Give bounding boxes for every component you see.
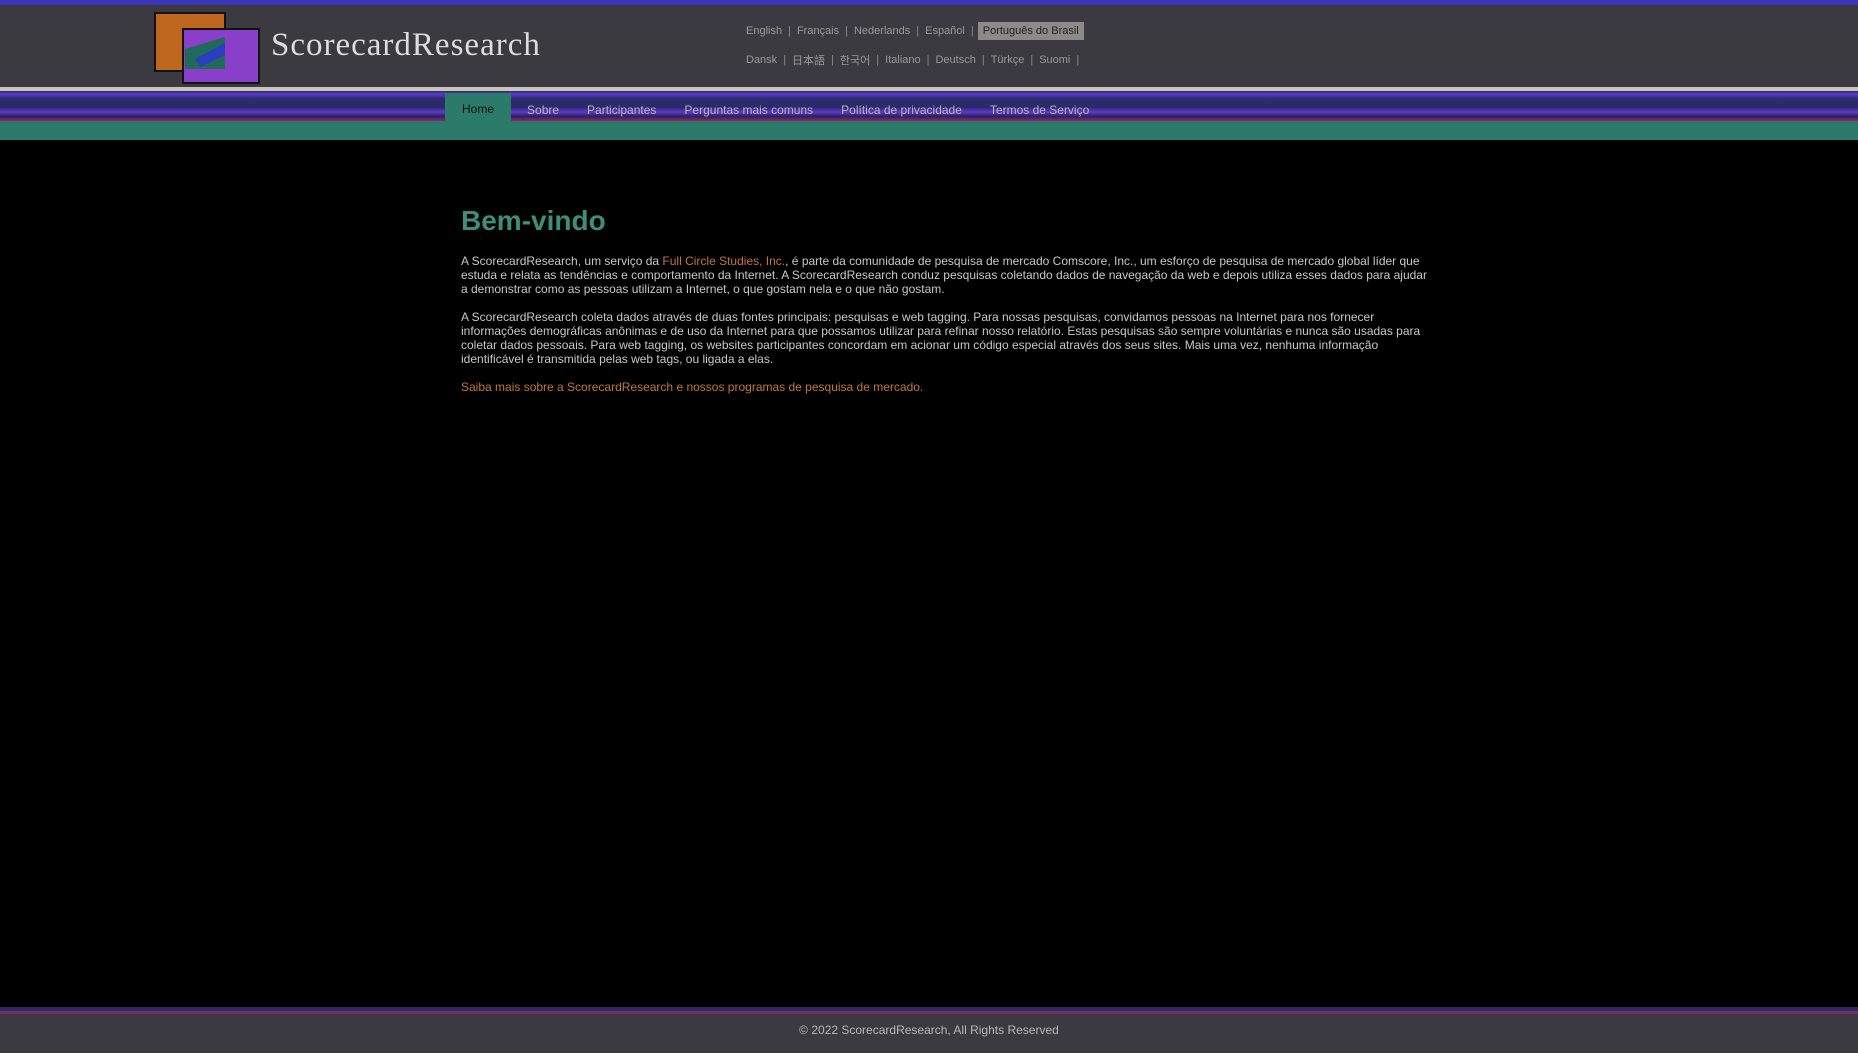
nav-item-faq[interactable]: Perguntas mais comuns bbox=[670, 95, 827, 127]
nav-item-participantes[interactable]: Participantes bbox=[573, 95, 670, 127]
nav-item-privacy-policy[interactable]: Política de privacidade bbox=[827, 95, 976, 127]
copyright-notice: © 2022 ScorecardResearch, All Rights Res… bbox=[799, 1023, 1059, 1037]
lang-portugues-active[interactable]: Português do Brasil bbox=[977, 22, 1084, 40]
learn-more-link[interactable]: Saiba mais sobre a ScorecardResearch e n… bbox=[461, 380, 923, 394]
site-logo[interactable]: ScorecardResearch bbox=[143, 3, 583, 89]
lang-suomi[interactable]: Suomi bbox=[1033, 54, 1076, 66]
nav-item-terms[interactable]: Termos de Serviço bbox=[976, 95, 1103, 127]
nav-item-home[interactable]: Home bbox=[445, 93, 512, 127]
main-navigation: Home Sobre Participantes Perguntas mais … bbox=[440, 91, 1103, 127]
lang-nederlands[interactable]: Nederlands bbox=[848, 25, 916, 37]
intro-text-start: A ScorecardResearch, um serviço da bbox=[461, 254, 663, 268]
language-selector-row-1: English | Français | Nederlands | Españo… bbox=[744, 20, 1084, 42]
learn-more-paragraph: Saiba mais sobre a ScorecardResearch e n… bbox=[461, 380, 1429, 394]
language-selector-row-2: Dansk | 日本語 | 한국어 | Italiano | Deutsch |… bbox=[744, 49, 1079, 71]
lang-italiano[interactable]: Italiano bbox=[879, 54, 926, 66]
logo-wordmark: ScorecardResearch bbox=[271, 27, 541, 63]
lang-turkce[interactable]: Türkçe bbox=[985, 54, 1031, 66]
main-content: Bem-vindo A ScorecardResearch, um serviç… bbox=[461, 205, 1429, 408]
intro-paragraph: A ScorecardResearch, um serviço da Full … bbox=[461, 254, 1429, 296]
lang-english[interactable]: English bbox=[744, 25, 788, 37]
full-circle-studies-link[interactable]: Full Circle Studies, Inc. bbox=[662, 254, 785, 268]
lang-japanese[interactable]: 日本語 bbox=[786, 52, 831, 68]
lang-separator: | bbox=[1076, 54, 1080, 66]
data-collection-paragraph: A ScorecardResearch coleta dados através… bbox=[461, 310, 1421, 366]
lang-dansk[interactable]: Dansk bbox=[744, 54, 783, 66]
lang-deutsch[interactable]: Deutsch bbox=[929, 54, 981, 66]
nav-item-sobre[interactable]: Sobre bbox=[513, 95, 573, 127]
lang-separator: | bbox=[970, 25, 974, 37]
lang-francais[interactable]: Français bbox=[791, 25, 845, 37]
page-title: Bem-vindo bbox=[461, 205, 606, 236]
lang-espanol[interactable]: Español bbox=[919, 25, 971, 37]
logo-badge-icon bbox=[154, 12, 260, 84]
lang-korean[interactable]: 한국어 bbox=[834, 52, 876, 68]
